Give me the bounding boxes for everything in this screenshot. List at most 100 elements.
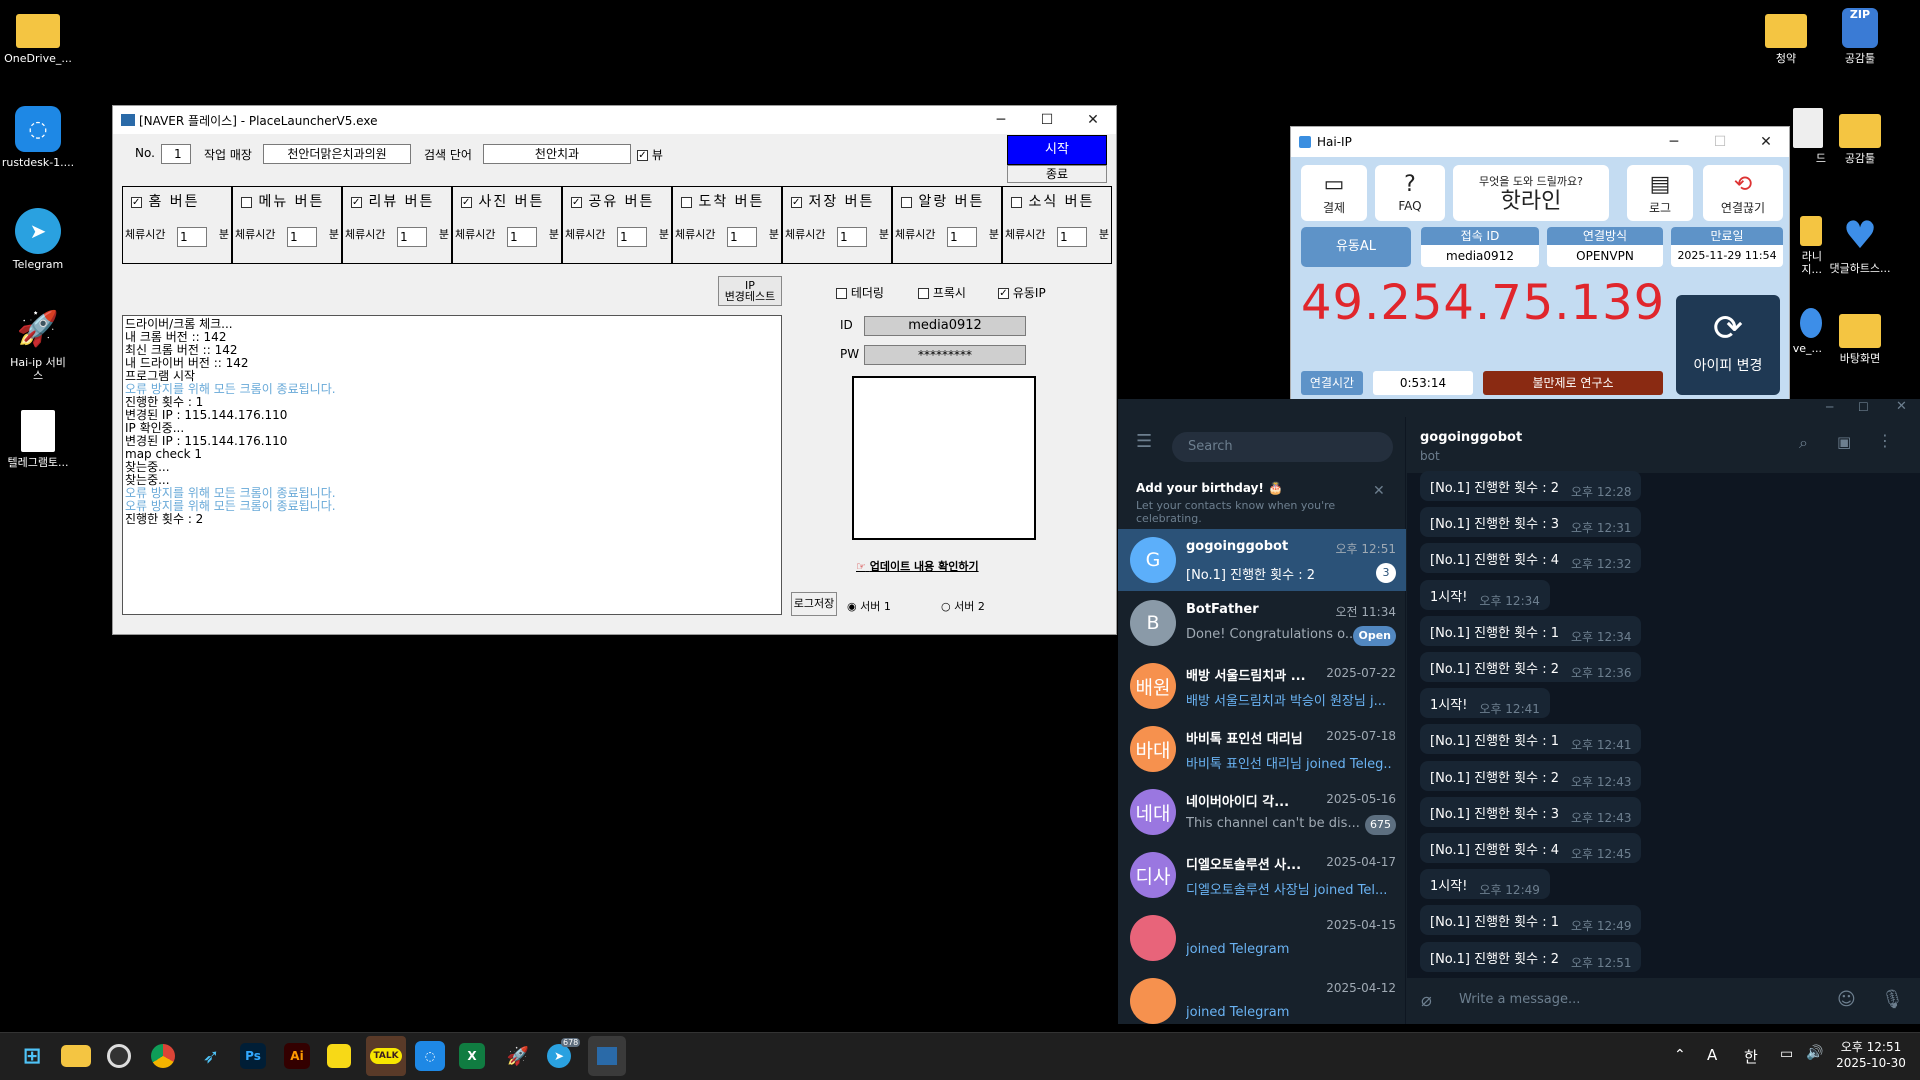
desktop-icon-telegram[interactable]: ➤ Telegram <box>0 208 76 271</box>
complaint-button[interactable]: 불만제로 연구소 <box>1483 371 1663 395</box>
sticky-notes-icon[interactable] <box>327 1044 351 1068</box>
store-input[interactable]: 천안더맑은치과의원 <box>263 144 411 164</box>
telegram-titlebar[interactable] <box>1118 399 1920 417</box>
update-link[interactable]: ☞ 업데이트 내용 확인하기 <box>856 558 979 574</box>
rustdesk-icon[interactable]: ◌ <box>415 1041 445 1071</box>
maximize-button[interactable]: ☐ <box>1024 106 1070 134</box>
pw-input[interactable]: ********* <box>864 345 1026 365</box>
illustrator-icon[interactable]: Ai <box>284 1043 310 1069</box>
dynamic-ip-checkbox[interactable]: ✓ 유동IP <box>998 284 1046 301</box>
excel-icon[interactable]: X <box>459 1043 485 1069</box>
hai-ip-titlebar[interactable]: Hai-IP ─ ☐ ✕ <box>1291 127 1789 157</box>
desktop-icon-gonggam-folder[interactable]: 공감툴 <box>1822 110 1898 165</box>
desktop-icon-doc[interactable]: 드 <box>1790 108 1826 165</box>
view-checkbox[interactable]: ✓ 뷰 <box>637 146 663 163</box>
launcher-icon[interactable] <box>588 1036 626 1076</box>
stay-time-input[interactable]: 1 <box>397 227 427 247</box>
chat-list-item[interactable]: 배원 배방 서울드림치과 ... 2025-07-22 배방 서울드림치과 박승이 원… <box>1118 655 1406 717</box>
network-icon[interactable]: ▭ <box>1780 1046 1793 1062</box>
log-tile[interactable]: ▤ 로그 <box>1627 165 1693 221</box>
chat-list-item[interactable]: 2025-04-15 joined Telegram <box>1118 907 1406 969</box>
message-bubble[interactable]: [No.1] 진행한 횟수 : 1 오후 12:49 <box>1420 905 1642 936</box>
message-bubble[interactable]: 1시작! 오후 12:34 <box>1420 579 1550 610</box>
clock[interactable]: 오후 12:51 2025-10-30 <box>1836 1039 1906 1071</box>
birthday-banner[interactable]: Add your birthday! 🎂 Let your contacts k… <box>1118 469 1406 527</box>
maximize-button[interactable]: ☐ <box>1858 400 1869 414</box>
windows-start-icon[interactable]: ⊞ <box>17 1041 47 1071</box>
message-bubble[interactable]: [No.1] 진행한 횟수 : 2 오후 12:51 <box>1420 941 1642 972</box>
desktop-icon-text-file[interactable]: 텔레그램토... <box>0 410 76 469</box>
chevron-up-icon[interactable]: ⌃ <box>1674 1047 1686 1063</box>
launcher-titlebar[interactable]: [NAVER 플레이스] - PlaceLauncherV5.exe ─ ☐ ✕ <box>113 106 1116 134</box>
tethering-checkbox[interactable]: 테더링 <box>836 284 884 301</box>
proxy-checkbox[interactable]: 프록시 <box>918 284 966 301</box>
close-button[interactable]: ✕ <box>1070 106 1116 134</box>
open-button[interactable]: Open <box>1353 626 1396 646</box>
desktop-icon-onedrive[interactable]: OneDrive_... <box>0 8 76 65</box>
stay-time-input[interactable]: 1 <box>177 227 207 247</box>
action-button-checkbox[interactable]: ✓ 저장 버튼 <box>783 187 891 211</box>
action-button-checkbox[interactable]: 도착 버튼 <box>673 187 781 211</box>
message-bubble[interactable]: 1시작! 오후 12:49 <box>1420 869 1550 900</box>
menu-icon[interactable]: ☰ <box>1136 431 1152 452</box>
ime-mode-han[interactable]: 한 <box>1744 1046 1758 1067</box>
id-input[interactable]: media0912 <box>864 316 1026 336</box>
search-icon[interactable]: ⌕ <box>1799 433 1808 453</box>
search-word-input[interactable]: 천안치과 <box>483 144 631 164</box>
minimize-button[interactable]: ─ <box>978 106 1024 134</box>
chat-list-item[interactable]: 네대 네이버아이디 각... 2025-05-16 This channel can'… <box>1118 781 1406 843</box>
attach-icon[interactable]: ⌀ <box>1421 990 1432 1011</box>
start-button[interactable]: 시작 <box>1007 135 1107 165</box>
faq-tile[interactable]: ? FAQ <box>1375 165 1445 221</box>
obs-icon[interactable] <box>107 1044 131 1068</box>
photoshop-icon[interactable]: Ps <box>240 1043 266 1069</box>
volume-icon[interactable]: 🔊 <box>1806 1045 1823 1061</box>
stay-time-input[interactable]: 1 <box>947 227 977 247</box>
action-button-checkbox[interactable]: 소식 버튼 <box>1003 187 1111 211</box>
chat-list-item[interactable]: 바대 바비톡 표인선 대리님 2025-07-18 바비톡 표인선 대리님 joine… <box>1118 718 1406 780</box>
chat-list-item[interactable]: 디사 디엘오토솔루션 사... 2025-04-17 디엘오토솔루션 사장님 join… <box>1118 844 1406 906</box>
desktop-icon-hai-ip[interactable]: 🚀 Hai-ip 서비스 <box>0 306 76 383</box>
stop-button[interactable]: 종료 <box>1007 165 1107 183</box>
kakaotalk-icon-bg[interactable]: TALK <box>366 1036 406 1076</box>
search-input[interactable]: Search <box>1172 432 1393 462</box>
message-bubble[interactable]: [No.1] 진행한 횟수 : 4 오후 12:45 <box>1420 833 1642 863</box>
desktop-icon-rustdesk[interactable]: ◌ rustdesk-1.... <box>0 106 76 169</box>
dynamic-al-button[interactable]: 유동AL <box>1301 227 1411 267</box>
message-bubble[interactable]: [No.1] 진행한 횟수 : 3 오후 12:31 <box>1420 507 1642 538</box>
message-bubble[interactable]: [No.1] 진행한 횟수 : 2 오후 12:36 <box>1420 652 1642 682</box>
action-button-checkbox[interactable]: ✓ 홈 버튼 <box>123 187 231 211</box>
message-bubble[interactable]: [No.1] 진행한 횟수 : 4 오후 12:32 <box>1420 543 1642 574</box>
message-bubble[interactable]: [No.1] 진행한 횟수 : 2 오후 12:43 <box>1420 760 1642 791</box>
stay-time-input[interactable]: 1 <box>837 227 867 247</box>
stay-time-input[interactable]: 1 <box>287 227 317 247</box>
message-bubble[interactable]: [No.1] 진행한 횟수 : 1 오후 12:34 <box>1420 615 1642 646</box>
desktop-icon-heart[interactable]: ♥ 댓글하트스... <box>1822 212 1898 276</box>
stay-time-input[interactable]: 1 <box>1057 227 1087 247</box>
message-bubble[interactable]: [No.1] 진행한 횟수 : 1 오후 12:41 <box>1420 724 1642 755</box>
ime-mode-a[interactable]: A <box>1707 1046 1717 1064</box>
desktop-icon-wallpaper[interactable]: 바탕화면 <box>1822 310 1898 365</box>
desktop-icon-cheongyak[interactable]: 청약 <box>1748 10 1824 65</box>
emoji-icon[interactable]: ☺ <box>1837 989 1856 1010</box>
ip-change-test-button[interactable]: IP 변경테스트 <box>718 276 782 306</box>
close-button[interactable]: ✕ <box>1896 399 1907 414</box>
chat-list-item[interactable]: B BotFather 오전 11:34 Done! Congratulations … <box>1118 592 1406 654</box>
sidebar-toggle-icon[interactable]: ▣ <box>1837 433 1851 451</box>
hotline-tile[interactable]: 무엇을 도와 드릴까요? 핫라인 <box>1453 165 1609 221</box>
more-options-icon[interactable]: ⋮ <box>1877 431 1893 450</box>
message-bubble[interactable]: [No.1] 진행한 횟수 : 2 오후 12:28 <box>1420 471 1642 501</box>
message-bubble[interactable]: 1시작! 오후 12:41 <box>1420 688 1550 719</box>
log-save-button[interactable]: 로그저장 <box>791 592 837 616</box>
file-explorer-icon[interactable] <box>61 1045 91 1067</box>
action-button-checkbox[interactable]: 메뉴 버튼 <box>233 187 341 211</box>
maximize-button[interactable]: ☐ <box>1697 128 1743 156</box>
hai-ip-icon[interactable]: 🚀 <box>503 1041 533 1071</box>
change-ip-button[interactable]: ⟳ 아이피 변경 <box>1676 295 1780 395</box>
close-button[interactable]: ✕ <box>1743 128 1789 156</box>
action-button-checkbox[interactable]: 알랑 버튼 <box>893 187 1001 211</box>
action-button-checkbox[interactable]: ✓ 사진 버튼 <box>453 187 561 211</box>
message-bubble[interactable]: [No.1] 진행한 횟수 : 3 오후 12:43 <box>1420 796 1642 827</box>
payment-tile[interactable]: ▭ 결제 <box>1301 165 1367 221</box>
stay-time-input[interactable]: 1 <box>507 227 537 247</box>
